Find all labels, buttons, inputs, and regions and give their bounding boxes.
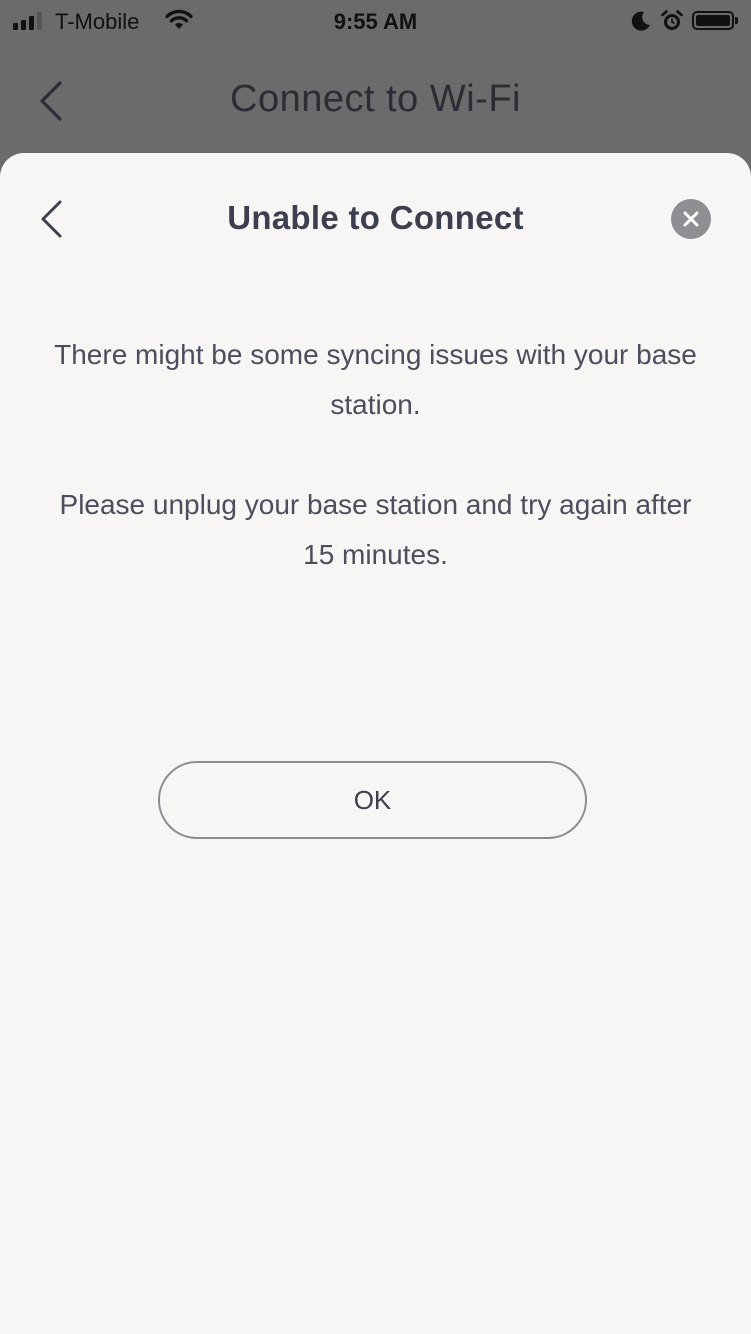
message-syncing: There might be some syncing issues with … <box>54 339 697 420</box>
moon-icon <box>630 10 652 38</box>
close-button[interactable] <box>671 199 711 239</box>
nav-header: Connect to Wi-Fi <box>0 42 751 157</box>
message-unplug: Please unplug your base station and try … <box>59 489 692 570</box>
close-icon <box>683 211 699 227</box>
nav-title: Connect to Wi-Fi <box>230 78 521 120</box>
screen: T-Mobile 9:55 AM Connect to Wi-Fi Unable… <box>0 0 751 1334</box>
ok-button[interactable]: OK <box>158 761 587 839</box>
battery-icon <box>692 11 734 30</box>
status-bar: T-Mobile 9:55 AM <box>0 0 751 42</box>
sheet-title: Unable to Connect <box>227 199 524 236</box>
error-sheet: Unable to Connect There might be some sy… <box>0 153 751 1334</box>
alarm-icon <box>660 9 684 39</box>
